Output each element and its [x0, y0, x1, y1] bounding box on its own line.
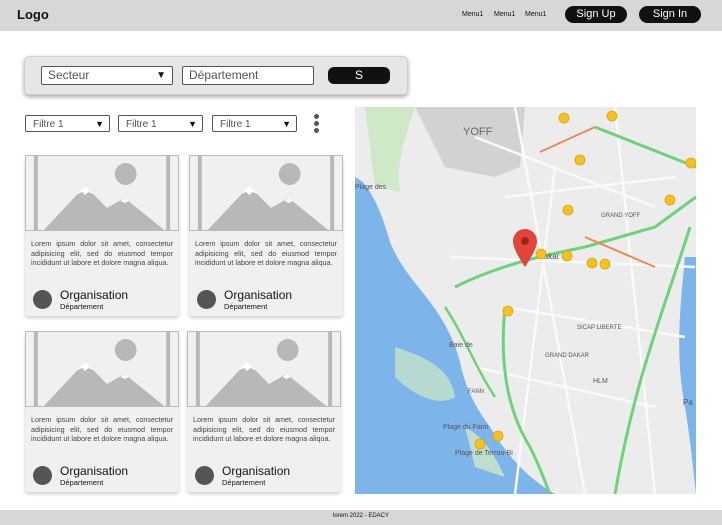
filter-3[interactable]: Filtre 1 ▼ [212, 115, 297, 132]
organisation-name: Organisation [60, 288, 129, 302]
organisation-name: Organisation [60, 464, 129, 478]
filter-2-label: Filtre 1 [126, 119, 157, 130]
organisation-name: Organisation [224, 288, 293, 302]
menu-item-1[interactable]: Menu1 [462, 11, 483, 18]
card-description: Lorem ipsum dolor sit amet, consectetur … [195, 239, 337, 267]
menu-item-3[interactable]: Menu1 [525, 11, 546, 18]
secteur-select[interactable]: Secteur ▼ [41, 66, 173, 85]
secteur-select-label: Secteur [48, 68, 90, 82]
map-label-baie-de: Baie de [449, 342, 473, 349]
map-label-plage-terrou-bi: Plage de Terrou-Bi [455, 450, 513, 457]
map-label-hlm: HLM [593, 378, 608, 385]
logo[interactable]: Logo [17, 7, 49, 22]
chevron-down-icon: ▼ [188, 119, 197, 129]
departement-label: Département [60, 478, 104, 487]
sign-up-button[interactable]: Sign Up [565, 6, 627, 23]
map-label-grand-yoff: GRAND YOFF [601, 213, 641, 219]
chevron-down-icon: ▼ [282, 119, 291, 129]
top-bar: Logo Menu1 Menu1 Menu1 Sign Up Sign In [0, 0, 722, 31]
departement-label: Département [222, 478, 266, 487]
map-label-sicap-liberte: SICAP LIBERTE [577, 325, 621, 331]
avatar [33, 290, 52, 309]
departement-label: Département [224, 302, 268, 311]
organisation-name: Organisation [222, 464, 291, 478]
more-options-icon[interactable] [312, 114, 320, 134]
org-card-1[interactable]: Lorem ipsum dolor sit amet, consectetur … [25, 155, 179, 316]
chevron-down-icon: ▼ [95, 119, 104, 129]
sign-in-button[interactable]: Sign In [639, 6, 701, 23]
card-description: Lorem ipsum dolor sit amet, consectetur … [193, 415, 335, 443]
map[interactable]: YOFF Plage des GRAND YOFF Dakar SICAP LI… [355, 107, 696, 494]
footer: lorem 2022 - EDACY [0, 510, 722, 525]
org-card-2[interactable]: Lorem ipsum dolor sit amet, consectetur … [189, 155, 343, 316]
org-card-3[interactable]: Lorem ipsum dolor sit amet, consectetur … [25, 331, 179, 492]
filter-1-label: Filtre 1 [33, 119, 64, 130]
image-placeholder-icon [25, 155, 179, 231]
departement-label: Département [60, 302, 104, 311]
card-description: Lorem ipsum dolor sit amet, consectetur … [31, 239, 173, 267]
departement-input[interactable]: Département [182, 66, 314, 85]
filter-3-label: Filtre 1 [220, 119, 251, 130]
map-label-plage-des: Plage des [355, 184, 387, 191]
avatar [195, 466, 214, 485]
search-button[interactable]: S [328, 67, 390, 84]
avatar [197, 290, 216, 309]
map-canvas: YOFF Plage des GRAND YOFF Dakar SICAP LI… [355, 107, 696, 494]
departement-placeholder: Département [189, 68, 259, 82]
search-panel: Secteur ▼ Département S [24, 56, 408, 95]
map-label-pa: Pa [683, 398, 693, 407]
org-card-4[interactable]: Lorem ipsum dolor sit amet, consectetur … [187, 331, 341, 492]
image-placeholder-icon [189, 155, 343, 231]
map-label-fann: FANN [468, 389, 484, 395]
image-placeholder-icon [187, 331, 341, 407]
image-placeholder-icon [25, 331, 179, 407]
map-label-yoff: YOFF [463, 126, 493, 138]
filter-2[interactable]: Filtre 1 ▼ [118, 115, 203, 132]
map-label-grand-dakar: GRAND DAKAR [545, 353, 590, 359]
chevron-down-icon: ▼ [156, 70, 166, 81]
map-label-plage-du-fann: Plage du Fann [443, 424, 489, 431]
menu-item-2[interactable]: Menu1 [494, 11, 515, 18]
avatar [33, 466, 52, 485]
filter-1[interactable]: Filtre 1 ▼ [25, 115, 110, 132]
card-description: Lorem ipsum dolor sit amet, consectetur … [31, 415, 173, 443]
